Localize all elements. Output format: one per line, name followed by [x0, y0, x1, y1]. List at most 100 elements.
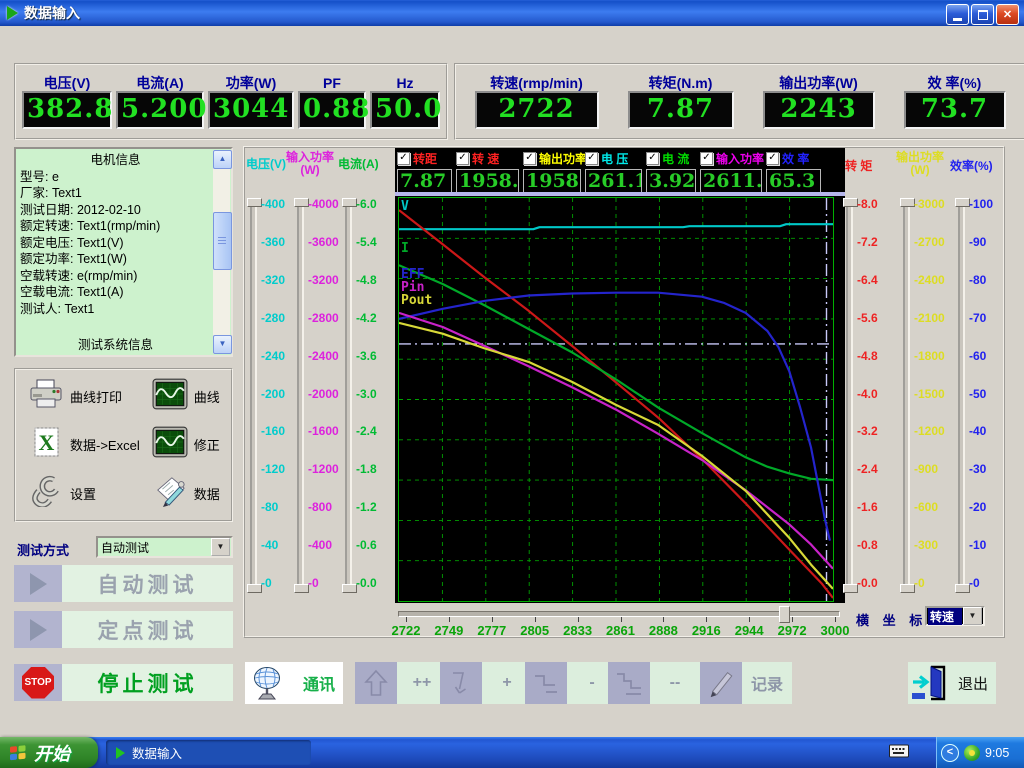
taskbar-item[interactable]: 数据输入	[106, 740, 311, 765]
start-button[interactable]: 开始	[0, 737, 98, 768]
checkbox-checked-icon[interactable]: ✓	[397, 152, 410, 165]
checkbox-checked-icon[interactable]: ✓	[766, 152, 779, 165]
axis-tick-label: -0.0	[356, 576, 377, 590]
meter-转矩(N.m): 转矩(N.m)7.87	[628, 75, 734, 129]
x-scroll-slider[interactable]	[398, 606, 838, 620]
axis-tick-label: -1.8	[356, 462, 377, 476]
tool-button-曲线[interactable]: 曲线	[140, 375, 231, 417]
axis-slider-thumb[interactable]	[955, 584, 970, 593]
keyboard-icon[interactable]	[889, 744, 909, 758]
scroll-up-icon[interactable]: ▲	[213, 150, 232, 169]
axis-slider-thumb[interactable]	[900, 584, 915, 593]
series-column-电 流: ✓电 流3.92	[646, 151, 700, 194]
chart-plot[interactable]: VIEFFPinPout	[398, 197, 834, 602]
excel-icon: X	[28, 426, 64, 463]
minimize-button[interactable]	[946, 4, 969, 25]
axis-slider-thumb[interactable]	[342, 198, 357, 207]
x-slider-thumb[interactable]	[779, 606, 790, 623]
checkbox-checked-icon[interactable]: ✓	[523, 152, 536, 165]
scroll-thumb[interactable]	[213, 212, 232, 270]
meter-电压(V): 电压(V)382.8	[22, 75, 112, 129]
axis-tick-label: -60	[969, 349, 986, 363]
series-toggle-bar: ✓转距7.87✓转 速1958.2✓输出功率1958.2✓电 压261.1✓电 …	[397, 151, 825, 194]
axis-slider-thumb[interactable]	[247, 584, 262, 593]
tool-button-设置[interactable]: 设置	[16, 473, 140, 515]
axis-slider-thumb[interactable]	[843, 198, 858, 207]
app-window: 数据输入 ✕ 电压(V)382.8电流(A)5.200功率(W)3044PF0.…	[0, 0, 1024, 768]
play-arrow-icon	[30, 619, 47, 641]
axis-tick-label: -4.8	[857, 349, 878, 363]
axis-tick-label: -8.0	[857, 197, 878, 211]
meter-label: 电压(V)	[44, 75, 91, 91]
meter-value: 2722	[475, 91, 599, 129]
tool-button-修正[interactable]: 修正	[140, 424, 231, 466]
axis-tick-label: -0.8	[857, 538, 878, 552]
axis-tick-label: -3000	[914, 197, 945, 211]
close-button[interactable]: ✕	[996, 4, 1019, 25]
series-cursor-value: 65.3	[766, 169, 821, 194]
checkbox-checked-icon[interactable]: ✓	[585, 152, 598, 165]
axis-slider-thumb[interactable]	[342, 584, 357, 593]
play-arrow-icon	[14, 611, 62, 648]
checkbox-checked-icon[interactable]: ✓	[646, 152, 659, 165]
series-column-电 压: ✓电 压261.1	[585, 151, 646, 194]
axis-slider-输入功率[interactable]	[297, 200, 304, 590]
axis-slider-thumb[interactable]	[955, 198, 970, 207]
x-tick-label: 2749	[427, 623, 471, 638]
zoom-p-button[interactable]: +	[440, 662, 532, 704]
start-label: 开始	[34, 740, 70, 766]
axis-slider-输出功率[interactable]	[903, 200, 910, 590]
axis-slider-电流(A)[interactable]	[345, 200, 352, 590]
axis-title-效率(%): 效率(%)	[950, 160, 993, 173]
motor-info-line: 厂家: Text1	[20, 185, 211, 202]
exit-button[interactable]: 退出	[908, 662, 996, 704]
test-button-停止测试[interactable]: STOP停止测试	[14, 664, 233, 701]
curve-label-V: V	[401, 200, 409, 213]
axis-slider-转 矩[interactable]	[846, 200, 853, 590]
tool-button-曲线打印[interactable]: 曲线打印	[16, 375, 140, 417]
axis-tick-label: -3200	[308, 273, 339, 287]
tool-button-数据->Excel[interactable]: X数据->Excel	[16, 424, 140, 466]
zoom-pp-button[interactable]: ++	[355, 662, 447, 704]
zoom-mm-button[interactable]: --	[608, 662, 700, 704]
axis-tick-label: -800	[308, 500, 332, 514]
record-button[interactable]: 记录	[700, 662, 792, 704]
test-mode-select[interactable]: 自动测试 ▼	[96, 536, 233, 558]
axis-tick-label: -0	[261, 576, 272, 590]
dropdown-arrow-icon[interactable]: ▼	[211, 538, 230, 556]
axis-slider-thumb[interactable]	[247, 198, 262, 207]
axis-slider-电压(V)[interactable]	[250, 200, 257, 590]
restore-button[interactable]	[971, 4, 994, 25]
axis-slider-效率(%)[interactable]	[958, 200, 965, 590]
h-coord-arrow-icon[interactable]: ▼	[963, 607, 982, 625]
checkbox-checked-icon[interactable]: ✓	[700, 152, 713, 165]
axis-slider-thumb[interactable]	[843, 584, 858, 593]
curve-label-I: I	[401, 242, 409, 255]
axis-tick-label: -1.2	[356, 500, 377, 514]
meter-value: 2243	[763, 91, 875, 129]
tool-button-数据[interactable]: 数据	[140, 473, 231, 515]
h-coord-select[interactable]: 转速 ▼	[925, 606, 985, 626]
axis-tick-label: -1800	[914, 349, 945, 363]
tray-app-icon[interactable]	[964, 745, 980, 761]
x-tick-label: 3000	[813, 623, 857, 638]
axis-tick-label: -2700	[914, 235, 945, 249]
axis-tick-label: -200	[261, 387, 285, 401]
axis-slider-thumb[interactable]	[900, 198, 915, 207]
h-coord-label: 横 坐 标	[856, 610, 927, 629]
axis-slider-thumb[interactable]	[294, 198, 309, 207]
checkbox-checked-icon[interactable]: ✓	[456, 152, 469, 165]
zoom-m-button[interactable]: -	[525, 662, 617, 704]
comm-button[interactable]: 通讯	[245, 662, 343, 704]
axis-tick-label: -2400	[914, 273, 945, 287]
axis-tick-label: -600	[914, 500, 938, 514]
scroll-down-icon[interactable]: ▼	[213, 335, 232, 354]
axis-tick-label: -2800	[308, 311, 339, 325]
axis-tick-label: -300	[914, 538, 938, 552]
axis-slider-thumb[interactable]	[294, 584, 309, 593]
series-column-输入功率: ✓输入功率2611.0	[700, 151, 766, 194]
tray-chevron-icon[interactable]: <	[941, 744, 959, 762]
axis-tick-label: -5.6	[857, 311, 878, 325]
scrollbar[interactable]: ▲ ▼	[213, 150, 230, 354]
x-tick-label: 2888	[641, 623, 685, 638]
